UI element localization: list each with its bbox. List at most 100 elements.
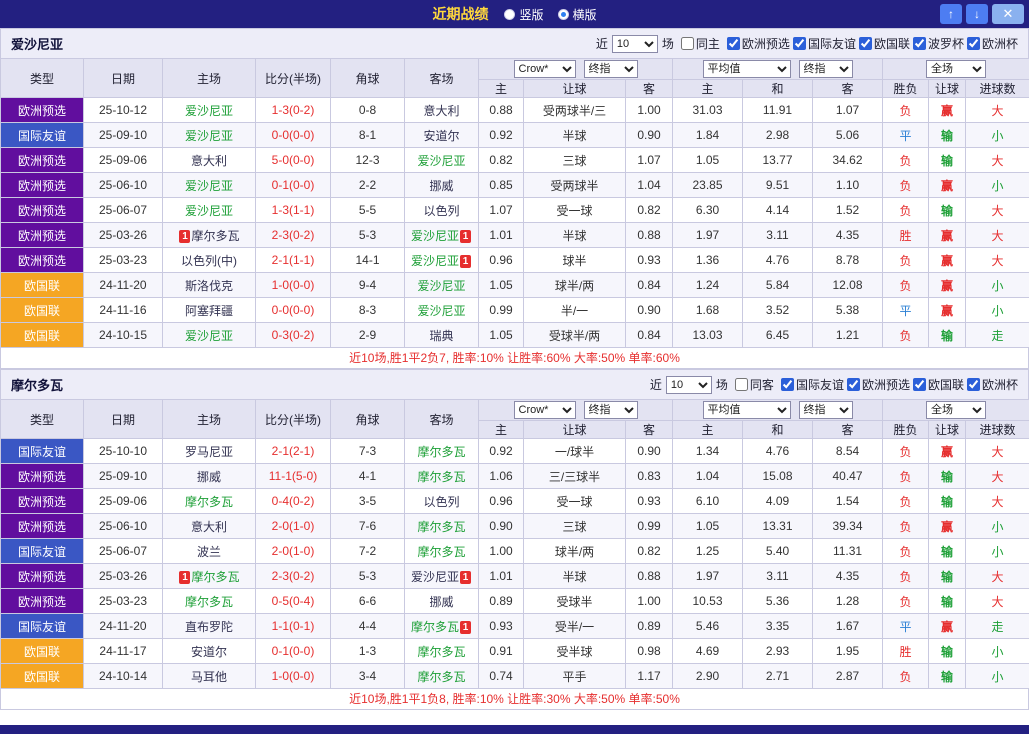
- competition-filter[interactable]: 欧洲预选: [727, 35, 790, 52]
- scroll-down-button[interactable]: ↓: [966, 4, 988, 24]
- match-type: 欧国联: [1, 273, 84, 298]
- match-score: 0-0(0-0): [256, 298, 331, 323]
- col-away: 客场: [405, 400, 479, 439]
- radio-icon[interactable]: [504, 9, 515, 20]
- away-odds: 0.99: [626, 514, 673, 539]
- avg-draw-odds: 5.36: [743, 589, 813, 614]
- avg-away-odds: 1.28: [813, 589, 883, 614]
- competition-filter[interactable]: 国际友谊: [781, 376, 844, 393]
- odds-source-select[interactable]: Crow*: [514, 401, 576, 419]
- match-row: 欧洲预选25-09-10挪威11-1(5-0)4-1摩尔多瓦1.06三/三球半0…: [1, 464, 1029, 489]
- competition-checkbox[interactable]: [847, 378, 860, 391]
- same-venue-checkbox[interactable]: [681, 37, 694, 50]
- match-type: 欧洲预选: [1, 248, 84, 273]
- close-button[interactable]: ✕: [992, 4, 1024, 24]
- competition-checkbox[interactable]: [913, 378, 926, 391]
- competition-checkbox[interactable]: [727, 37, 740, 50]
- scroll-up-button[interactable]: ↑: [940, 4, 962, 24]
- odds-time-select[interactable]: 终指: [584, 401, 638, 419]
- competition-filter[interactable]: 波罗杯: [913, 35, 964, 52]
- matches-tbody: 欧洲预选25-10-12爱沙尼亚1-3(0-2)0-8意大利0.88受两球半/三…: [1, 98, 1029, 348]
- home-odds: 1.01: [479, 564, 524, 589]
- away-odds: 1.17: [626, 664, 673, 689]
- odds-time-select[interactable]: 终指: [584, 60, 638, 78]
- avg-odds-select[interactable]: 平均值: [703, 60, 791, 78]
- match-row: 欧洲预选25-06-10意大利2-0(1-0)7-6摩尔多瓦0.90三球0.99…: [1, 514, 1029, 539]
- team-label: 摩尔多瓦: [191, 229, 239, 243]
- competition-checkbox[interactable]: [967, 37, 980, 50]
- result-wdl: 平: [883, 123, 929, 148]
- section-header: 爱沙尼亚 近 10 场 同主 欧洲预选国际友谊欧国联波罗杯欧洲杯: [0, 28, 1029, 58]
- away-odds: 0.93: [626, 489, 673, 514]
- match-score: 0-3(0-2): [256, 323, 331, 348]
- result-handicap: 赢: [929, 173, 966, 198]
- team-label: 爱沙尼亚: [411, 254, 459, 268]
- match-type: 欧国联: [1, 664, 84, 689]
- handicap-line: 受球半/两: [524, 323, 626, 348]
- corner-count: 5-3: [331, 564, 405, 589]
- away-odds: 0.93: [626, 248, 673, 273]
- handicap-line: 半球: [524, 123, 626, 148]
- avg-draw-odds: 9.51: [743, 173, 813, 198]
- handicap-line: 受一球: [524, 198, 626, 223]
- home-odds: 0.89: [479, 589, 524, 614]
- same-venue-filter[interactable]: 同主: [681, 35, 720, 52]
- competition-checkbox[interactable]: [967, 378, 980, 391]
- competition-filter[interactable]: 欧国联: [859, 35, 910, 52]
- match-type: 欧洲预选: [1, 489, 84, 514]
- match-row: 欧洲预选25-03-23以色列(中)2-1(1-1)14-1爱沙尼亚10.96球…: [1, 248, 1029, 273]
- match-date: 25-10-10: [84, 439, 163, 464]
- competition-filter[interactable]: 国际友谊: [793, 35, 856, 52]
- col-avg-home: 主: [673, 80, 743, 98]
- competition-filter[interactable]: 欧洲杯: [967, 35, 1018, 52]
- team-label: 摩尔多瓦: [185, 495, 233, 509]
- avg-home-odds: 10.53: [673, 589, 743, 614]
- avg-home-odds: 1.84: [673, 123, 743, 148]
- avg-home-odds: 2.90: [673, 664, 743, 689]
- same-venue-checkbox[interactable]: [735, 378, 748, 391]
- match-type: 欧国联: [1, 639, 84, 664]
- competition-checkbox[interactable]: [913, 37, 926, 50]
- competition-filter[interactable]: 欧国联: [913, 376, 964, 393]
- team-label: 摩尔多瓦: [411, 620, 459, 634]
- competition-checkbox[interactable]: [859, 37, 872, 50]
- session-select[interactable]: 全场: [926, 60, 986, 78]
- match-date: 25-03-26: [84, 223, 163, 248]
- col-avg-draw: 和: [743, 80, 813, 98]
- competition-checkbox[interactable]: [781, 378, 794, 391]
- layout-radio-horizontal[interactable]: 横版: [558, 6, 597, 23]
- window-title: 近期战绩: [432, 4, 488, 24]
- avg-time-select[interactable]: 终指: [799, 60, 853, 78]
- team-label: 摩尔多瓦: [185, 595, 233, 609]
- recent-count-select[interactable]: 10: [666, 376, 712, 394]
- session-select[interactable]: 全场: [926, 401, 986, 419]
- handicap-line: 受两球半: [524, 173, 626, 198]
- recent-count-select[interactable]: 10: [612, 35, 658, 53]
- avg-odds-select[interactable]: 平均值: [703, 401, 791, 419]
- avg-draw-odds: 2.93: [743, 639, 813, 664]
- competition-filter[interactable]: 欧洲杯: [967, 376, 1018, 393]
- same-venue-filter[interactable]: 同客: [735, 376, 774, 393]
- match-type: 国际友谊: [1, 123, 84, 148]
- competition-checkbox[interactable]: [793, 37, 806, 50]
- away-team: 爱沙尼亚1: [405, 248, 479, 273]
- result-handicap: 赢: [929, 298, 966, 323]
- result-wdl: 负: [883, 564, 929, 589]
- competition-filter[interactable]: 欧洲预选: [847, 376, 910, 393]
- match-date: 25-06-07: [84, 539, 163, 564]
- team-label: 马耳他: [191, 670, 227, 684]
- avg-time-select[interactable]: 终指: [799, 401, 853, 419]
- radio-selected-icon[interactable]: [558, 9, 569, 20]
- result-handicap: 赢: [929, 98, 966, 123]
- avg-draw-odds: 3.11: [743, 564, 813, 589]
- result-handicap: 输: [929, 564, 966, 589]
- red-card-badge: 1: [460, 230, 471, 243]
- result-goals: 大: [966, 439, 1029, 464]
- home-team: 罗马尼亚: [163, 439, 256, 464]
- home-team: 爱沙尼亚: [163, 173, 256, 198]
- avg-away-odds: 1.21: [813, 323, 883, 348]
- odds-source-select[interactable]: Crow*: [514, 60, 576, 78]
- layout-radio-vertical[interactable]: 竖版: [504, 6, 543, 23]
- red-card-badge: 1: [460, 621, 471, 634]
- result-goals: 小: [966, 273, 1029, 298]
